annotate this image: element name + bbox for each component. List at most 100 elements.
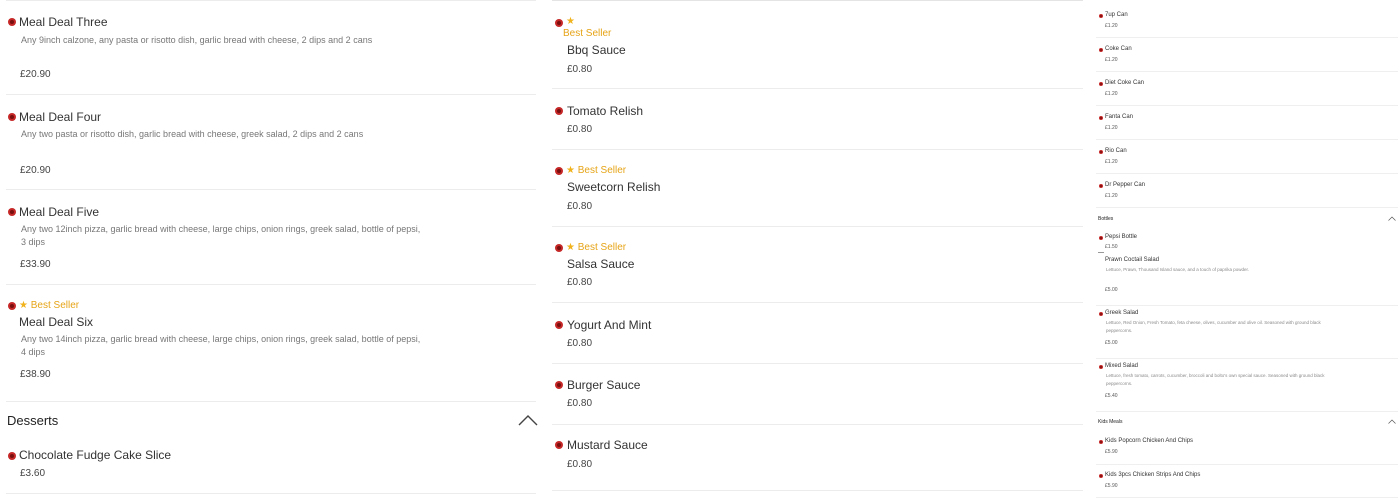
item-price: £0.80 (567, 201, 593, 212)
menu-item[interactable]: Meal Deal Three Any 9inch calzone, any p… (6, 0, 536, 95)
section-header-bottles[interactable]: Bottles (1094, 208, 1400, 230)
best-seller-badge: ★ Best Seller (566, 165, 627, 176)
item-price: £1.20 (1105, 159, 1118, 165)
item-name: Mustard Sauce (567, 438, 648, 452)
red-dot-icon (8, 452, 16, 460)
best-seller-badge: ★ Best Seller (566, 242, 627, 253)
menu-item[interactable]: Meal Deal Four Any two pasta or risotto … (6, 95, 536, 190)
item-price: £38.90 (20, 369, 51, 380)
red-dot-icon (555, 321, 563, 329)
menu-item[interactable]: Mixed Salad Lettuce, fresh tomato, carro… (1096, 359, 1398, 412)
item-price: £1.20 (1105, 23, 1118, 29)
menu-item[interactable]: ★ Best Seller Salsa Sauce £0.80 (552, 227, 1083, 303)
item-name: Greek Salad (1105, 310, 1139, 316)
section-header-desserts[interactable]: Desserts (0, 402, 538, 438)
red-dot-icon (1099, 184, 1103, 188)
chevron-up-icon[interactable] (518, 414, 538, 426)
item-name: Meal Deal Five (19, 205, 100, 219)
item-price: £1.20 (1105, 91, 1118, 97)
star-icon: ★ (19, 300, 28, 311)
red-dot-icon (1099, 312, 1103, 316)
menu-item[interactable]: Diet Coke Can £1.20 (1096, 72, 1398, 106)
red-dot-icon (1099, 82, 1103, 86)
chevron-up-icon[interactable] (1388, 216, 1396, 221)
item-name: Chocolate Fudge Cake Slice (19, 448, 172, 462)
menu-item[interactable]: Rio Can £1.20 (1096, 140, 1398, 174)
menu-item[interactable]: ★ Best Seller Bbq Sauce £0.80 (552, 0, 1083, 89)
section-title: Desserts (7, 413, 59, 428)
red-dot-icon (1099, 150, 1103, 154)
item-description: Lettuce, Prawn, Thousand Island sauce, a… (1106, 267, 1250, 272)
menu-item[interactable]: Mustard Sauce £0.80 (552, 425, 1083, 491)
red-dot-icon (1099, 365, 1103, 369)
menu-item[interactable]: ★ Best Seller Sweetcorn Relish £0.80 (552, 150, 1083, 227)
menu-item[interactable]: Yogurt And Mint £0.80 (552, 303, 1083, 364)
menu-item[interactable]: 7up Can £1.20 (1096, 0, 1398, 38)
item-description: Lettuce, Red Onion, Fresh Tomato, feta c… (1106, 320, 1321, 333)
item-price: £33.90 (20, 259, 51, 270)
item-name: Salsa Sauce (567, 257, 635, 271)
menu-item[interactable]: Meal Deal Five Any two 12inch pizza, gar… (6, 190, 536, 285)
menu-item[interactable]: Kids 3pcs Chicken Strips And Chips £5.90 (1096, 465, 1398, 498)
item-name: Kids 3pcs Chicken Strips And Chips (1105, 472, 1201, 478)
item-description: Any two pasta or risotto dish, garlic br… (21, 129, 364, 139)
red-dot-icon (1099, 14, 1103, 18)
menu-item[interactable]: Tomato Relish £0.80 (552, 89, 1083, 150)
item-description: Any 9inch calzone, any pasta or risotto … (21, 35, 373, 45)
item-name: Kids Popcorn Chicken And Chips (1105, 438, 1194, 444)
chevron-up-icon[interactable] (1388, 419, 1396, 424)
item-description: Any two 12inch pizza, garlic bread with … (21, 224, 421, 247)
star-icon: ★ (566, 16, 575, 27)
item-price: £0.80 (567, 459, 593, 470)
item-name: Meal Deal Three (19, 15, 108, 29)
item-price: £5.00 (1105, 340, 1118, 346)
red-dot-icon (555, 167, 563, 175)
item-price: £1.20 (1105, 57, 1118, 63)
item-price: £20.90 (20, 69, 51, 80)
menu-item[interactable]: Greek Salad Lettuce, Red Onion, Fresh To… (1096, 306, 1398, 359)
item-name: Dr Pepper Can (1105, 182, 1146, 188)
item-description: Any two 14inch pizza, garlic bread with … (21, 334, 421, 357)
item-price: £0.80 (567, 124, 593, 135)
red-dot-icon (1099, 236, 1103, 240)
menu-item[interactable]: Fanta Can £1.20 (1096, 106, 1398, 140)
item-price: £5.90 (1105, 483, 1118, 489)
item-name: Yogurt And Mint (567, 318, 652, 332)
red-dot-icon (555, 19, 563, 27)
item-price: £1.50 (1105, 244, 1118, 250)
item-name: Fanta Can (1105, 114, 1134, 120)
item-price: £5.40 (1105, 393, 1118, 399)
drinks-salads-column: 7up Can £1.20 Coke Can £1.20 Diet Coke C… (1094, 0, 1400, 500)
red-dot-icon (555, 244, 563, 252)
red-dot-icon (8, 18, 16, 26)
section-title: Kids Meals (1098, 419, 1123, 425)
star-icon: ★ (566, 242, 575, 253)
section-header-kids-meals[interactable]: Kids Meals (1094, 412, 1400, 432)
item-price: £0.80 (567, 64, 593, 75)
item-name: Prawn Coctail Salad (1105, 257, 1160, 263)
menu-item[interactable]: Chocolate Fudge Cake Slice £3.60 (6, 438, 536, 494)
sauces-column: ★ Best Seller Bbq Sauce £0.80 Tomato Rel… (550, 0, 1090, 500)
red-dot-icon (1099, 116, 1103, 120)
red-dot-icon (555, 441, 563, 449)
item-name: 7up Can (1105, 12, 1128, 18)
item-name: Bbq Sauce (567, 43, 626, 57)
menu-item[interactable]: Dr Pepper Can £1.20 (1096, 174, 1398, 208)
menu-item[interactable]: Kids Popcorn Chicken And Chips £5.90 (1096, 432, 1398, 465)
menu-item[interactable]: Prawn Coctail Salad Lettuce, Prawn, Thou… (1096, 253, 1398, 306)
red-dot-icon (8, 208, 16, 216)
item-price: £0.80 (567, 277, 593, 288)
red-dot-icon (555, 107, 563, 115)
item-price: £0.80 (567, 398, 593, 409)
star-icon: ★ (566, 165, 575, 176)
menu-item[interactable]: Pepsi Bottle £1.50 (1096, 230, 1398, 252)
menu-item[interactable]: Burger Sauce £0.80 (552, 364, 1083, 425)
menu-item[interactable]: Coke Can £1.20 (1096, 38, 1398, 72)
item-name: Mixed Salad (1105, 363, 1139, 369)
meal-deals-column: Meal Deal Three Any 9inch calzone, any p… (0, 0, 543, 500)
item-name: Meal Deal Six (19, 315, 94, 329)
item-name: Rio Can (1105, 148, 1127, 154)
section-title: Bottles (1098, 216, 1114, 222)
menu-item[interactable]: ★ Best Seller Meal Deal Six Any two 14in… (6, 285, 536, 402)
red-dot-icon (1099, 474, 1103, 478)
